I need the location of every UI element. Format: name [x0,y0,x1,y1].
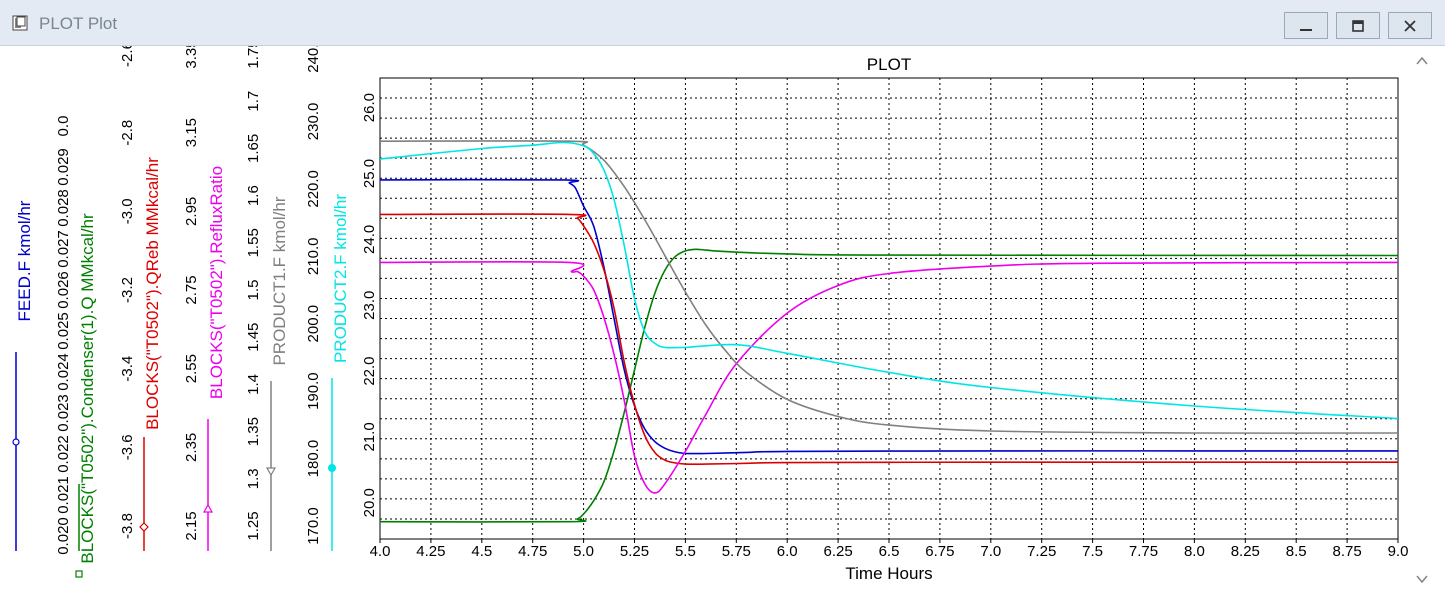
y-tick-label-feed: 0.022 [55,435,72,473]
x-tick-label: 9.0 [1388,543,1409,560]
x-tick-label: 5.0 [573,543,594,560]
x-tick-label: 7.0 [980,543,1001,560]
y-tick-label-rr: 1.7 [245,91,262,112]
y-tick-label-p2: 24.0 [361,225,378,254]
x-tick-label: 6.5 [879,543,900,560]
x-tick-label: 8.75 [1332,543,1361,560]
y-tick-label-cond: -2.6 [119,46,136,67]
vertical-scrollbar[interactable] [1409,48,1435,592]
y-tick-label-feed: 0.026 [55,271,72,309]
y-tick-label-p2: 20.0 [361,488,378,517]
y-tick-label-p2: 22.0 [361,356,378,385]
y-tick-label-rr: 1.5 [245,280,262,301]
y-tick-label-p1: 230.0 [305,103,322,141]
chart-title: PLOT [867,55,911,74]
y-tick-label-feed: 0.023 [55,394,72,432]
y-tick-label-feed: 0.025 [55,312,72,350]
y-tick-label-p1: 180.0 [305,440,322,478]
y-tick-label-feed: 0.024 [55,353,72,391]
y-tick-label-p2: 26.0 [361,93,378,122]
y-tick-label-rr: 1.35 [245,417,262,446]
y-axis-label-p1: PRODUCT1.F kmol/hr [270,196,289,365]
x-tick-label: 4.25 [416,543,445,560]
maximize-icon [1352,19,1364,32]
y-tick-label-p1: 200.0 [305,305,322,343]
x-tick-label: 4.75 [518,543,547,560]
legend-marker-square-icon [75,570,83,578]
y-tick-label-qreb: 3.15 [183,118,200,147]
y-tick-label-rr: 1.25 [245,511,262,540]
y-tick-label-rr: 1.6 [245,185,262,206]
y-tick-label-cond: -2.8 [119,120,136,146]
y-tick-label-rr: 1.65 [245,134,262,163]
x-tick-label: 5.25 [620,543,649,560]
legend-marker-diamond-icon [139,522,149,532]
plot-chart: 4.0 4.25 4.5 4.75 5.0 5.25 5.5 5.75 6.0 6.25 6.5 6.… [12,46,1409,583]
y-tick-label-cond: -3.4 [119,356,136,382]
y-tick-label-feed: 0.0 [55,116,72,137]
minimize-button[interactable] [1284,12,1328,39]
x-tick-label: 4.5 [471,543,492,560]
x-tick-label: 8.0 [1184,543,1205,560]
x-tick-label: 8.25 [1231,543,1260,560]
y-axis-label-feed: FEED.F kmol/hr [15,200,34,321]
y-tick-label-p2: 23.0 [361,291,378,320]
x-tick-label: 6.0 [777,543,798,560]
y-tick-label-rr: 1.75 [245,46,262,69]
y-tick-label-feed: 0.029 [55,148,72,186]
x-tick-label: 4.0 [370,543,391,560]
y-tick-label-rr: 1.4 [245,374,262,395]
y-tick-label-rr: 1.55 [245,228,262,257]
y-axis-label-rr: BLOCKS("T0502").RefluxRatio [207,166,226,399]
close-button[interactable] [1388,12,1432,39]
y-tick-label-qreb: 2.15 [183,511,200,540]
y-tick-label-feed: 0.020 [55,517,72,555]
y-tick-label-qreb: 3.35 [183,46,200,69]
x-tick-label: 7.5 [1082,543,1103,560]
y-tick-label-p1: 170.0 [305,507,322,545]
y-tick-label-qreb: 2.95 [183,197,200,226]
y-tick-label-cond: -3.0 [119,198,136,224]
y-tick-label-cond: -3.8 [119,513,136,539]
x-tick-label: 6.75 [925,543,954,560]
y-tick-label-qreb: 2.55 [183,354,200,383]
window-title: PLOT Plot [39,14,118,33]
minimize-icon [1300,28,1312,31]
y-tick-label-p1: 210.0 [305,238,322,276]
y-tick-label-p2: 21.0 [361,422,378,451]
y-tick-label-p2: 25.0 [361,159,378,188]
y-tick-label-qreb: 2.75 [183,275,200,304]
y-tick-label-qreb: 2.35 [183,433,200,462]
close-icon [1404,19,1416,32]
y-tick-label-cond: -3.6 [119,434,136,460]
x-tick-label: 5.75 [722,543,751,560]
y-axis-label-qreb: BLOCKS("T0502").QReb MMkcal/hr [143,157,162,430]
y-tick-label-feed: 0.027 [55,230,72,268]
y-tick-label-feed: 0.028 [55,189,72,227]
x-axis-label: Time Hours [845,564,932,583]
y-tick-label-cond: -3.2 [119,277,136,303]
y-tick-label-p1: 240.0 [305,46,322,73]
y-tick-label-p1: 220.0 [305,170,322,208]
y-axis-label-p2: PRODUCT2.F kmol/hr [331,194,350,363]
legend-marker-filled-circle-icon [328,464,336,472]
x-tick-label: 5.5 [675,543,696,560]
x-tick-label: 7.25 [1027,543,1056,560]
legend-marker-triangle-up-icon [202,503,214,513]
window-titlebar: PLOT Plot [0,0,1445,46]
y-axis-label-cond: BLOCKS("T0502").Condenser(1).Q MMkcal/hr [78,213,97,564]
y-tick-label-rr: 1.3 [245,468,262,489]
legend-marker-triangle-down-icon [265,467,277,477]
x-tick-label: 8.5 [1286,543,1307,560]
y-tick-label-rr: 1.45 [245,323,262,352]
y-tick-label-p1: 190.0 [305,372,322,410]
x-tick-label: 6.25 [823,543,852,560]
scroll-down-icon[interactable] [1414,572,1430,586]
y-tick-label-feed: 0.021 [55,476,72,514]
x-tick-label: 7.75 [1129,543,1158,560]
app-icon [12,15,28,31]
legend-marker-circle-icon [12,438,20,446]
maximize-button[interactable] [1336,12,1380,39]
scroll-up-icon[interactable] [1414,54,1430,68]
